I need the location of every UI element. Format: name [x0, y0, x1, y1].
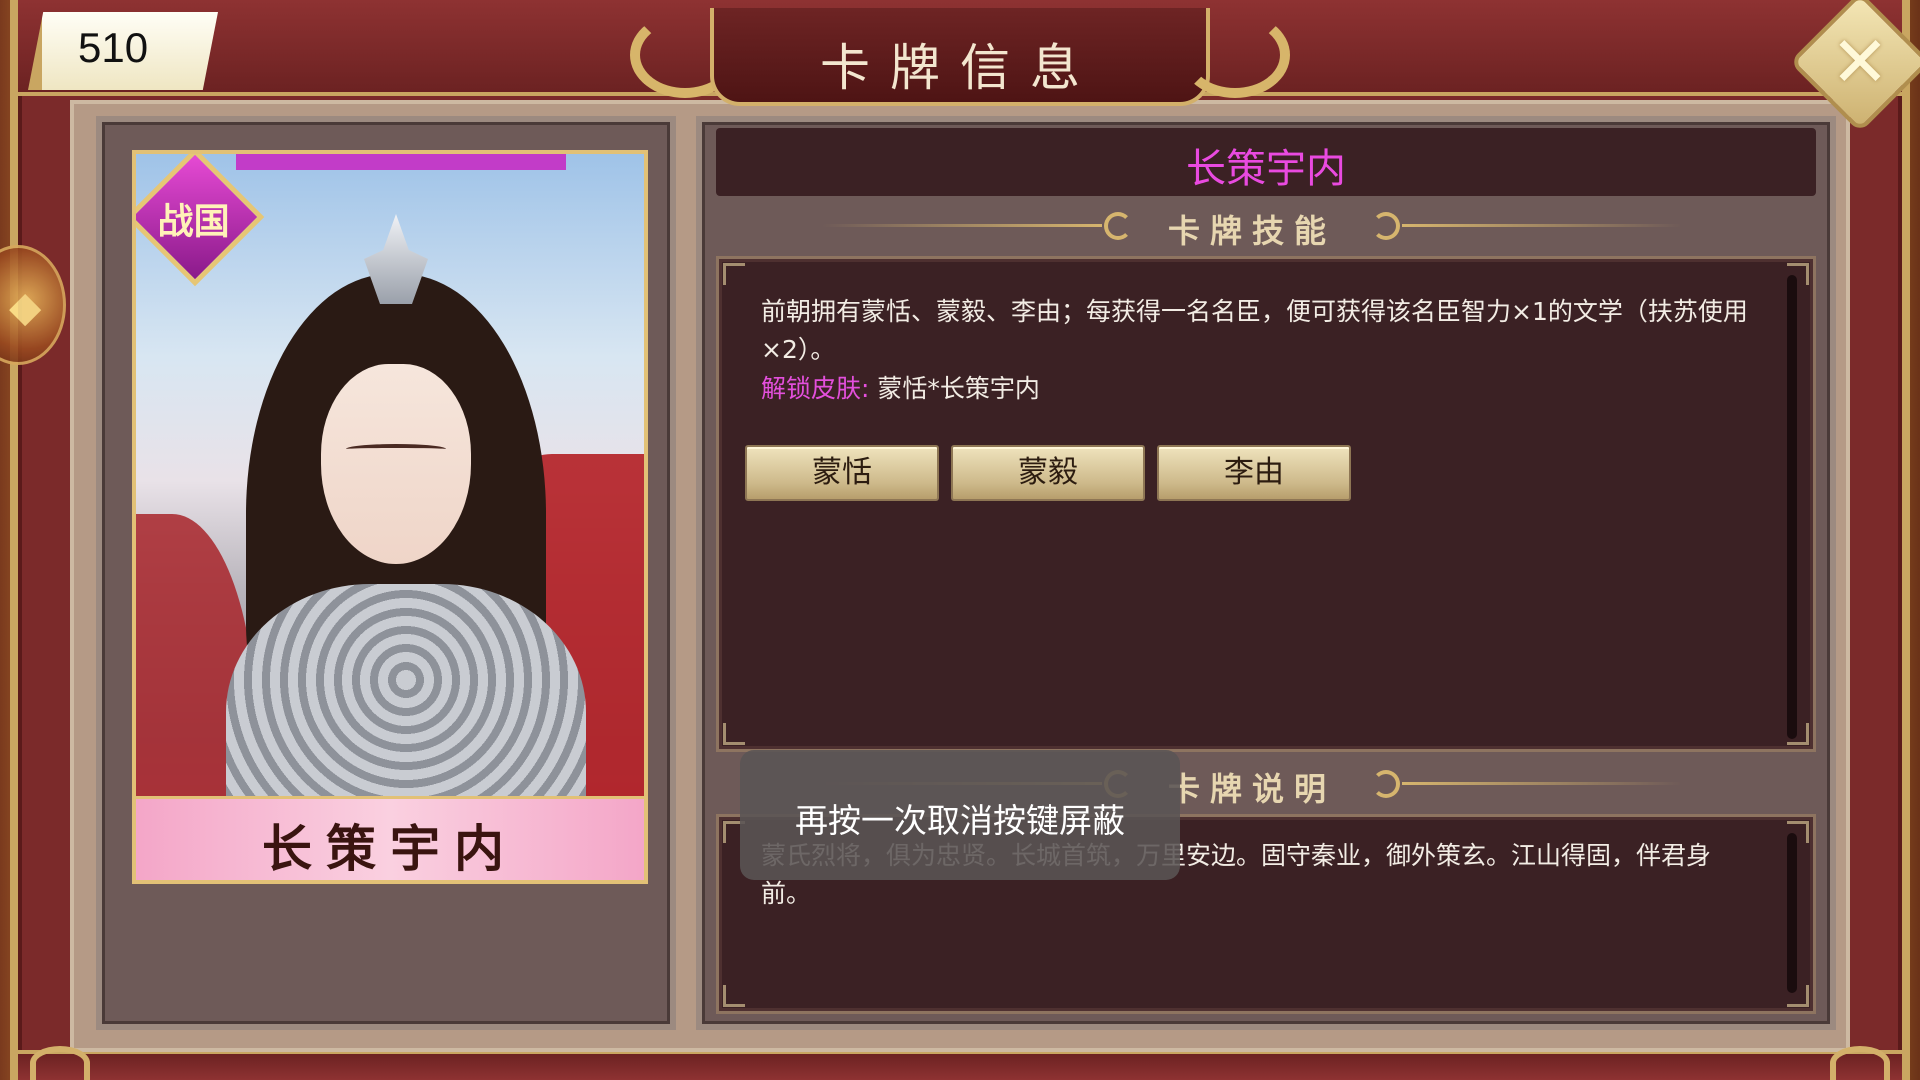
unlock-skin-label: 解锁皮肤: — [761, 374, 870, 403]
card-panel: 战国 长策宇内 — [96, 116, 676, 1030]
card-title: 长策宇内 — [1186, 146, 1346, 192]
frame-bottom-band — [18, 1050, 1902, 1080]
title-plaque: 卡牌信息 — [630, 8, 1290, 108]
minister-button-group: 蒙恬 蒙毅 李由 — [745, 445, 1351, 501]
skill-scrollbar[interactable] — [1787, 275, 1797, 739]
corner-ornament — [723, 985, 745, 1007]
corner-ornament — [723, 723, 745, 745]
unlock-skin-value: 蒙恬*长策宇内 — [877, 374, 1040, 403]
card-top-bar — [236, 154, 566, 170]
minister-button-mengtian[interactable]: 蒙恬 — [745, 445, 939, 501]
page-title: 卡牌信息 — [820, 39, 1100, 97]
swirl-ornament-icon — [1372, 212, 1400, 240]
unlock-skin-line: 解锁皮肤: 蒙恬*长策宇内 — [761, 369, 1040, 405]
skill-heading-label: 卡牌技能 — [1167, 212, 1336, 250]
era-badge-icon: 战国 — [136, 154, 265, 287]
minister-button-liyou[interactable]: 李由 — [1157, 445, 1351, 501]
skill-description: 前朝拥有蒙恬、蒙毅、李由；每获得一名名臣，便可获得该名臣智力×1的文学（扶苏使用… — [761, 297, 1748, 364]
minister-button-mengyi[interactable]: 蒙毅 — [951, 445, 1145, 501]
corner-ornament-bottom-right — [1830, 1046, 1890, 1080]
card-image[interactable]: 战国 长策宇内 — [132, 150, 648, 884]
swirl-ornament-icon — [1372, 770, 1400, 798]
skill-section-heading: 卡牌技能 — [822, 206, 1682, 250]
toast-message: 再按一次取消按键屏蔽 — [740, 750, 1180, 880]
eyes-shape — [346, 444, 446, 454]
corner-ornament — [723, 263, 745, 285]
card-name: 长策宇内 — [262, 819, 518, 878]
info-panel: 长策宇内 卡牌技能 前朝拥有蒙恬、蒙毅、李由；每获得一名名臣，便可获得该名臣智力… — [696, 116, 1836, 1030]
score-value: 510 — [78, 24, 149, 71]
desc-scrollbar[interactable] — [1787, 833, 1797, 993]
chest-icon: ◆ — [9, 282, 42, 331]
heading-line-right — [1402, 782, 1682, 785]
card-nameplate: 长策宇内 — [136, 796, 644, 880]
card-title-header: 长策宇内 — [716, 128, 1816, 196]
corner-ornament-bottom-left — [30, 1046, 90, 1080]
heading-line-right — [1402, 224, 1682, 227]
era-badge-label: 战国 — [157, 201, 230, 243]
face-shape — [321, 364, 471, 564]
score-badge: 510 — [28, 12, 218, 90]
skill-text-box[interactable]: 前朝拥有蒙恬、蒙毅、李由；每获得一名名臣，便可获得该名臣智力×1的文学（扶苏使用… — [716, 256, 1816, 752]
toast-text: 再按一次取消按键屏蔽 — [795, 801, 1125, 840]
close-x-icon: ✕ — [1830, 21, 1890, 103]
